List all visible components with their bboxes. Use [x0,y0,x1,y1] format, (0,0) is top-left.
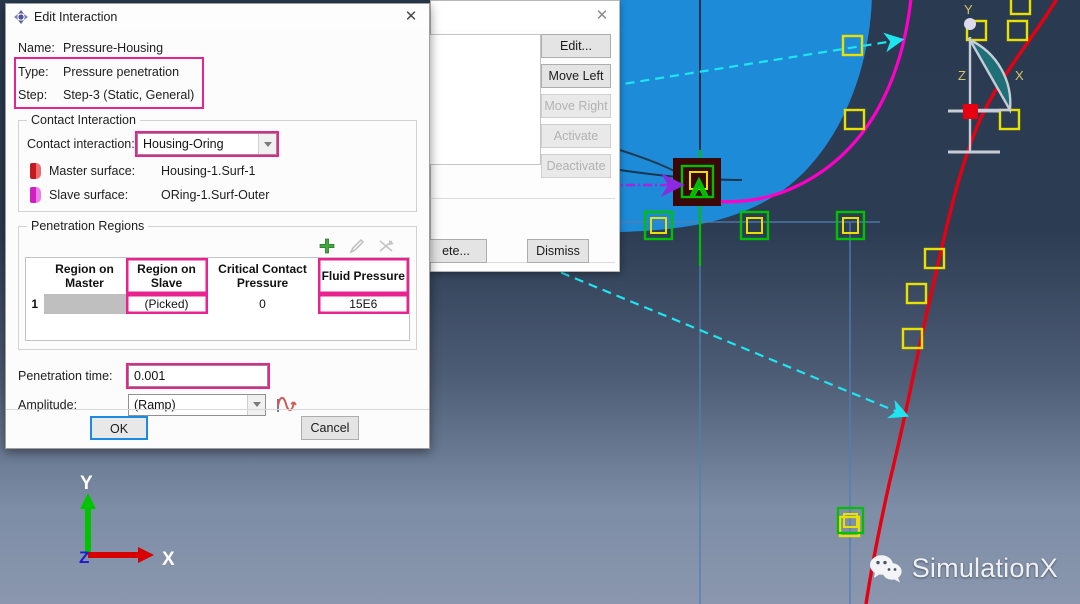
edit-icon [349,238,365,254]
wechat-icon [869,554,902,582]
penetration-time-row: Penetration time: 0.001 [18,362,417,390]
name-row: Name: Pressure-Housing [18,36,417,59]
dialog-titlebar: Edit Interaction ✕ [6,4,429,30]
contact-interaction-group: Contact Interaction Contact interaction:… [18,113,417,212]
type-value: Pressure penetration [63,64,180,79]
type-step-highlight: Type: Pressure penetration Step: Step-3 … [14,57,204,109]
col-fluid-pressure: Fluid Pressure [317,257,410,294]
node-markers-selected [643,210,866,535]
type-row: Type: Pressure penetration [18,60,198,83]
housing-part-blue [619,0,872,232]
penetration-regions-group: Penetration Regions Region on Master Reg… [18,219,417,350]
name-label: Name: [18,40,55,55]
penetration-time-input[interactable]: 0.001 [126,362,270,389]
close-icon[interactable]: ✕ [402,8,420,26]
svg-text:Y: Y [964,2,973,17]
master-surface-value: Housing-1.Surf-1 [161,164,256,178]
step-label: Step: [18,87,48,102]
master-surface-label: Master surface: [49,164,136,178]
activate-button: Activate [541,124,611,148]
cell-critical-contact-pressure[interactable]: 0 [208,294,318,314]
col-critical-contact-pressure: Critical Contact Pressure [207,257,318,294]
svg-text:X: X [162,549,175,570]
slave-surface-label: Slave surface: [49,188,129,202]
slave-surface-icon [30,187,41,203]
cell-fluid-pressure[interactable]: 15E6 [318,294,410,314]
contact-interaction-group-label: Contact Interaction [27,113,140,127]
slave-surface-value: ORing-1.Surf-Outer [161,188,270,202]
dialog-title: Edit Interaction [34,10,118,24]
construction-lines [620,221,880,604]
interaction-icon [14,10,28,24]
svg-text:X: X [1015,68,1024,83]
bg-dialog-body: Edit... Move Left Move Right Activate De… [425,30,619,271]
penetration-time-label: Penetration time: [18,368,113,383]
delete-button[interactable]: ete... [425,239,487,263]
col-region-on-slave: Region on Slave [125,257,208,294]
move-right-button: Move Right [541,94,611,118]
table-row[interactable]: 1 (Picked) 0 15E6 [26,294,410,314]
axis-triad: Z Y X [79,475,175,570]
chevron-down-icon[interactable] [258,134,276,154]
bg-dialog-button-column: Edit... Move Left Move Right Activate De… [541,34,611,178]
edit-button[interactable]: Edit... [541,34,611,58]
ok-button[interactable]: OK [90,416,148,440]
regions-toolbar [25,235,410,257]
penetration-regions-group-label: Penetration Regions [27,219,149,233]
edit-interaction-dialog[interactable]: Edit Interaction ✕ Name: Pressure-Housin… [5,3,430,449]
add-icon[interactable] [318,237,336,255]
slave-surface-row: Slave surface: ORing-1.Surf-Outer [27,183,408,207]
penetration-regions-table[interactable]: Region on Master Region on Slave Critica… [25,257,410,341]
empty-cell [26,314,44,340]
cell-region-on-slave[interactable]: (Picked) [126,294,208,314]
background-manager-dialog[interactable]: ✕ Edit... Move Left Move Right Activate … [425,0,620,272]
empty-cell [126,314,208,340]
master-surface-row: Master surface: Housing-1.Surf-1 [27,159,408,183]
svg-text:Z: Z [958,68,966,83]
svg-text:Z: Z [79,548,89,567]
row-index-header [25,257,44,294]
bg-dialog-titlebar: ✕ [431,1,619,30]
bg-dialog-footer: ete... Dismiss [425,239,613,265]
delete-icon [379,240,394,252]
empty-cell [44,314,126,340]
svg-text:Y: Y [80,475,93,494]
watermark: SimulationX [869,553,1058,584]
empty-cell [318,314,410,340]
contact-interaction-value: Housing-Oring [143,137,224,151]
contact-interaction-label: Contact interaction: [27,137,135,151]
step-row: Step: Step-3 (Static, General) [18,83,198,106]
selected-node-highlight [673,158,721,206]
deactivate-button: Deactivate [541,154,611,178]
dialog-content: Name: Pressure-Housing Type: Pressure pe… [6,30,429,420]
watermark-text: SimulationX [911,553,1058,583]
red-section-path [864,0,1059,604]
contact-interaction-row: Contact interaction: Housing-Oring [27,129,408,159]
table-empty-row [26,314,410,340]
contact-interaction-select[interactable]: Housing-Oring [135,131,279,157]
cell-region-on-master[interactable] [43,294,126,314]
cancel-button[interactable]: Cancel [301,416,359,440]
row-index: 1 [31,297,39,311]
dismiss-button[interactable]: Dismiss [527,239,589,263]
master-surface-icon [30,163,41,179]
move-left-button[interactable]: Move Left [541,64,611,88]
col-region-on-master: Region on Master [43,257,126,294]
divider [429,198,615,199]
close-icon[interactable]: ✕ [593,7,611,25]
dialog-actions: OK Cancel [6,410,429,448]
step-value: Step-3 (Static, General) [63,87,195,102]
empty-cell [208,314,318,340]
type-label: Type: [18,64,49,79]
table-header-row: Region on Master Region on Slave Critica… [25,257,410,294]
name-value: Pressure-Housing [63,40,164,55]
bg-dialog-listbox[interactable] [429,34,541,165]
